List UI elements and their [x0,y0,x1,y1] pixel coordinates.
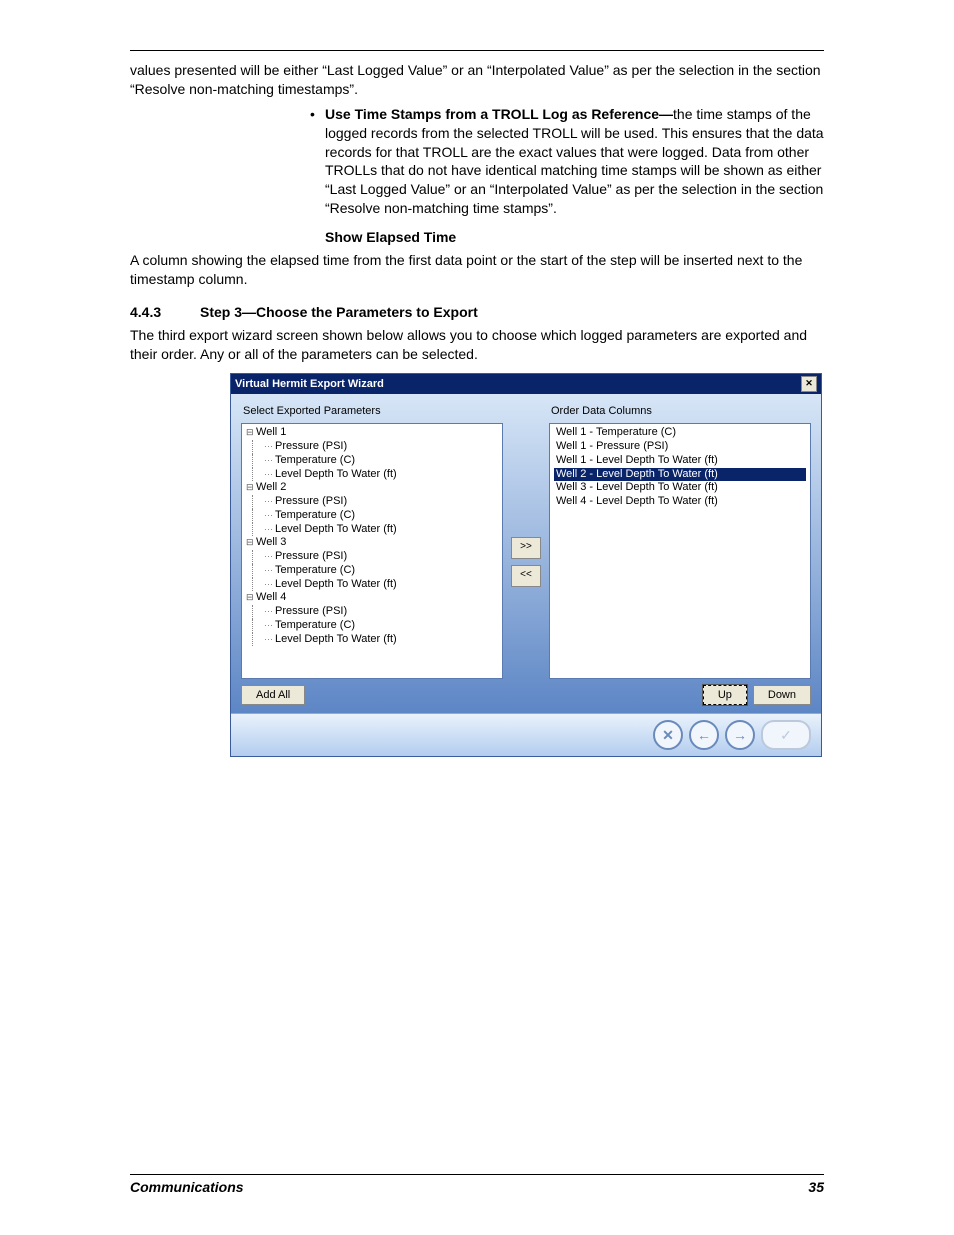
tree-param-node[interactable]: Temperature (C) [246,564,498,578]
tree-param-node[interactable]: Pressure (PSI) [246,550,498,564]
left-panel-label: Select Exported Parameters [241,404,503,419]
tree-param-node[interactable]: Level Depth To Water (ft) [246,523,498,537]
tree-param-node[interactable]: Level Depth To Water (ft) [246,633,498,647]
tree-param-node[interactable]: Temperature (C) [246,454,498,468]
tree-well-node[interactable]: Well 2 [246,481,498,495]
tree-param-node[interactable]: Level Depth To Water (ft) [246,468,498,482]
close-icon[interactable]: ✕ [801,376,817,392]
right-panel-label: Order Data Columns [549,404,811,419]
section-title: Step 3—Choose the Parameters to Export [200,303,478,322]
footer-section: Communications [130,1179,244,1195]
order-list-item[interactable]: Well 1 - Level Depth To Water (ft) [554,454,806,468]
tree-param-node[interactable]: Level Depth To Water (ft) [246,578,498,592]
dialog-titlebar: Virtual Hermit Export Wizard ✕ [231,374,821,394]
paragraph-step3: The third export wizard screen shown bel… [130,326,824,364]
down-button[interactable]: Down [753,685,811,705]
order-list-item[interactable]: Well 3 - Level Depth To Water (ft) [554,481,806,495]
paragraph-continuation: values presented will be either “Last Lo… [130,61,824,99]
bullet-item: • Use Time Stamps from a TROLL Log as Re… [310,105,824,218]
parameters-tree[interactable]: Well 1Pressure (PSI)Temperature (C)Level… [241,423,503,679]
up-button[interactable]: Up [703,685,747,705]
tree-param-node[interactable]: Pressure (PSI) [246,440,498,454]
order-columns-list[interactable]: Well 1 - Temperature (C)Well 1 - Pressur… [549,423,811,679]
tree-well-node[interactable]: Well 3 [246,536,498,550]
section-number: 4.4.3 [130,303,200,322]
tree-param-node[interactable]: Pressure (PSI) [246,605,498,619]
bullet-body: the time stamps of the logged records fr… [325,106,824,216]
order-list-item[interactable]: Well 2 - Level Depth To Water (ft) [554,468,806,482]
finish-nav-icon[interactable]: ✓ [761,720,811,750]
add-all-button[interactable]: Add All [241,685,305,705]
add-button[interactable]: >> [511,537,541,559]
tree-well-node[interactable]: Well 1 [246,426,498,440]
back-nav-icon[interactable]: ← [689,720,719,750]
cancel-nav-icon[interactable]: ✕ [653,720,683,750]
order-list-item[interactable]: Well 1 - Temperature (C) [554,426,806,440]
export-wizard-dialog: Virtual Hermit Export Wizard ✕ Select Ex… [230,373,822,757]
footer-page-number: 35 [808,1179,824,1195]
order-list-item[interactable]: Well 4 - Level Depth To Water (ft) [554,495,806,509]
remove-button[interactable]: << [511,565,541,587]
paragraph-elapsed: A column showing the elapsed time from t… [130,251,824,289]
tree-well-node[interactable]: Well 4 [246,591,498,605]
order-list-item[interactable]: Well 1 - Pressure (PSI) [554,440,806,454]
subheading-show-elapsed: Show Elapsed Time [325,228,824,247]
bullet-lead-bold: Use Time Stamps from a TROLL Log as Refe… [325,106,673,122]
tree-param-node[interactable]: Temperature (C) [246,509,498,523]
dialog-title: Virtual Hermit Export Wizard [235,377,384,392]
tree-param-node[interactable]: Temperature (C) [246,619,498,633]
tree-param-node[interactable]: Pressure (PSI) [246,495,498,509]
next-nav-icon[interactable]: → [725,720,755,750]
